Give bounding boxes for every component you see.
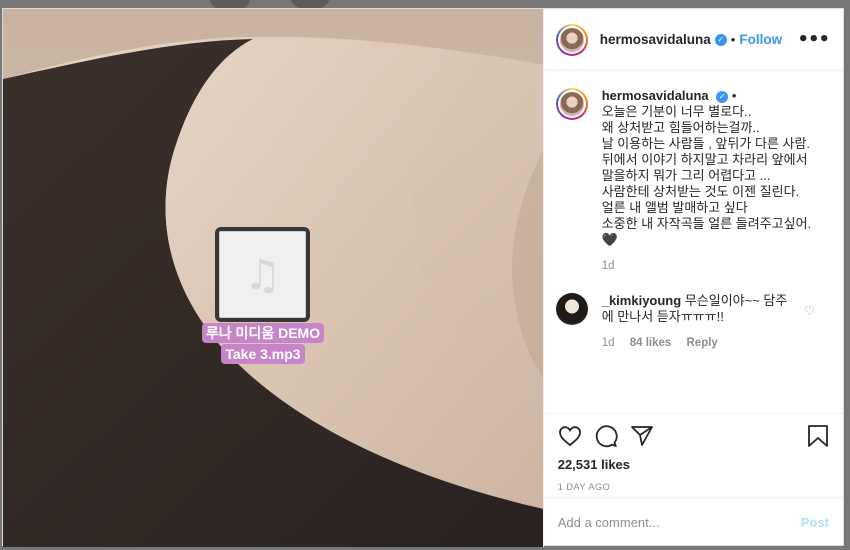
verified-badge-icon: ✓: [716, 91, 729, 103]
bookmark-icon[interactable]: [807, 424, 829, 448]
avatar[interactable]: [555, 293, 588, 325]
separator-dot: •: [730, 32, 736, 47]
list-item: _kimkiyoung 무슨일이야~~ 담주에 만나서 듣자ㅠㅠㅠ!! 1d 8…: [555, 293, 829, 351]
caption-body: hermosavidaluna ✓ • 오늘은 기분이 너무 별로다.. 왜 상…: [602, 88, 814, 274]
comment-like-heart-icon[interactable]: ♡: [804, 304, 815, 318]
caption-comment: hermosavidaluna ✓ • 오늘은 기분이 너무 별로다.. 왜 상…: [555, 88, 829, 274]
share-icon[interactable]: [630, 424, 654, 448]
post-author-username[interactable]: hermosavidaluna: [600, 32, 711, 47]
audio-caption-line-1: 루나 미디움 DEMO: [201, 323, 325, 343]
avatar[interactable]: [555, 88, 588, 120]
verified-badge-icon: ✓: [714, 33, 727, 46]
audio-file-thumbnail[interactable]: ♫: [215, 227, 310, 322]
music-note-icon: ♫: [243, 249, 282, 299]
follow-button[interactable]: Follow: [739, 32, 782, 47]
comment-icon[interactable]: [594, 424, 618, 448]
reply-button[interactable]: Reply: [687, 337, 718, 349]
heart-icon[interactable]: [558, 424, 582, 448]
post-header: hermosavidaluna ✓ • Follow •••: [543, 9, 843, 71]
add-comment-bar: Post: [543, 497, 843, 547]
post-actions: 22,531 likes 1 DAY AGO Post: [543, 413, 843, 547]
comment-meta: 1d 84 likes Reply: [602, 335, 798, 351]
caption-age[interactable]: 1d: [602, 260, 615, 272]
comment-likes[interactable]: 84 likes: [630, 337, 672, 349]
avatar[interactable]: [555, 23, 588, 56]
comment-input[interactable]: [557, 515, 801, 530]
more-options-icon[interactable]: •••: [797, 29, 830, 50]
action-icons: [558, 424, 829, 448]
caption-meta: 1d: [602, 258, 814, 274]
post-comment-button[interactable]: Post: [801, 515, 829, 530]
post-media[interactable]: ♫ 루나 미디움 DEMO Take 3.mp3: [3, 9, 543, 547]
post-time-ago[interactable]: 1 DAY AGO: [558, 482, 829, 493]
separator-dot: •: [731, 88, 737, 103]
audio-thumbnail-inner: ♫: [219, 231, 306, 318]
comment-username[interactable]: _kimkiyoung: [602, 293, 681, 308]
comment-age[interactable]: 1d: [602, 337, 615, 349]
caption-username[interactable]: hermosavidaluna: [602, 88, 709, 103]
audio-caption: 루나 미디움 DEMO Take 3.mp3: [163, 323, 363, 365]
audio-caption-line-2: Take 3.mp3: [221, 344, 305, 364]
post-modal: ♫ 루나 미디움 DEMO Take 3.mp3 hermosavidaluna…: [2, 8, 844, 547]
caption-text: 오늘은 기분이 너무 별로다.. 왜 상처받고 힘들어하는걸까.. 날 이용하는…: [601, 104, 812, 247]
comments-section[interactable]: hermosavidaluna ✓ • 오늘은 기분이 너무 별로다.. 왜 상…: [544, 71, 843, 413]
post-sidebar: hermosavidaluna ✓ • Follow ••• hermosavi…: [542, 9, 843, 547]
likes-count[interactable]: 22,531 likes: [558, 457, 829, 472]
comment-body: _kimkiyoung 무슨일이야~~ 담주에 만나서 듣자ㅠㅠㅠ!! 1d 8…: [602, 293, 798, 351]
